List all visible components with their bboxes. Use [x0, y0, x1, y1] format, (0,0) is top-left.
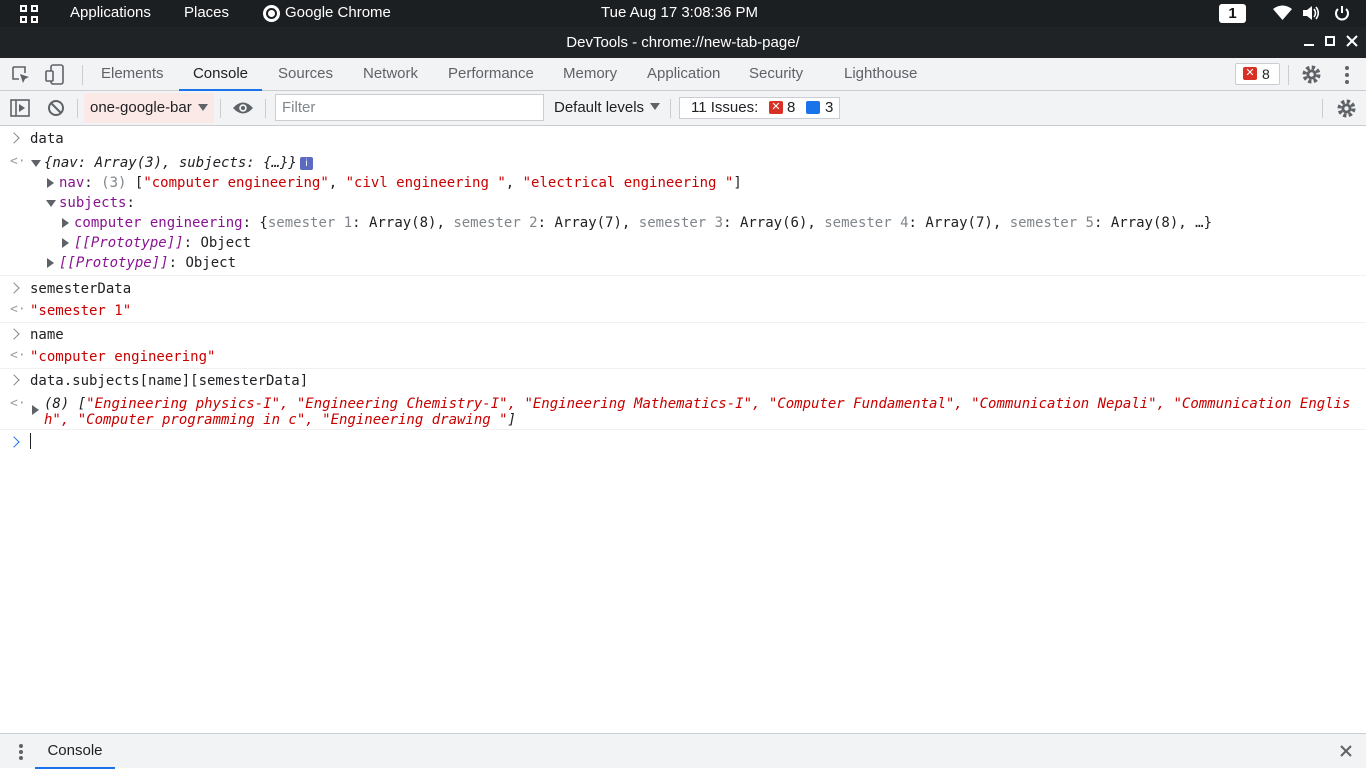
- show-sidebar-icon[interactable]: [10, 99, 30, 117]
- tab-sources[interactable]: Sources: [278, 58, 333, 91]
- applications-menu[interactable]: Applications: [70, 4, 151, 21]
- minimize-icon[interactable]: [1302, 34, 1316, 48]
- console-entry: data.subjects[name][semesterData] <· (8)…: [0, 369, 1366, 430]
- levels-label: Default levels: [554, 99, 645, 116]
- inspect-element-icon[interactable]: [11, 65, 31, 85]
- subjects-property[interactable]: subjects:: [59, 195, 135, 211]
- console-prompt-input[interactable]: [30, 433, 31, 449]
- expand-triangle-icon[interactable]: [62, 218, 69, 228]
- error-count: 8: [1262, 66, 1270, 82]
- collapse-triangle-icon[interactable]: [46, 200, 56, 207]
- log-levels-dropdown[interactable]: Default levels: [554, 99, 661, 116]
- prototype-property[interactable]: [[Prototype]]: Object: [74, 235, 251, 251]
- console-output[interactable]: data <· {nav: Array(3), subjects: {…}} i…: [0, 127, 1366, 733]
- tab-network[interactable]: Network: [363, 58, 418, 91]
- issues-button[interactable]: 11 Issues: ✕ 8 3: [679, 97, 840, 119]
- console-entry: name <· "computer engineering": [0, 323, 1366, 369]
- close-window-icon[interactable]: [1345, 34, 1359, 48]
- console-result[interactable]: "semester 1": [30, 303, 131, 319]
- filter-input[interactable]: [275, 94, 544, 121]
- console-result[interactable]: "computer engineering": [30, 349, 215, 365]
- power-icon[interactable]: [1334, 5, 1350, 22]
- input-prompt-icon: [8, 132, 20, 144]
- drawer-menu-icon[interactable]: [17, 743, 25, 761]
- console-input[interactable]: semesterData: [30, 281, 131, 297]
- toolbar-divider: [1322, 99, 1323, 118]
- more-options-icon[interactable]: [1343, 65, 1351, 85]
- settings-gear-icon[interactable]: [1301, 64, 1322, 85]
- console-settings-gear-icon[interactable]: [1336, 98, 1357, 119]
- computer-engineering-property[interactable]: computer engineering: {semester 1: Array…: [74, 215, 1212, 231]
- window-title: DevTools - chrome://new-tab-page/: [566, 34, 800, 51]
- system-top-bar: Applications Places Google Chrome Tue Au…: [0, 0, 1366, 27]
- chevron-down-icon: [650, 103, 661, 110]
- issues-error-count: 8: [787, 99, 796, 116]
- console-entry: data <· {nav: Array(3), subjects: {…}} i…: [0, 127, 1366, 276]
- input-prompt-icon: [8, 374, 20, 386]
- chevron-down-icon: [198, 104, 208, 111]
- console-entry: semesterData <· "semester 1": [0, 277, 1366, 323]
- info-icon[interactable]: i: [300, 157, 313, 170]
- array-result-line-2[interactable]: h", "Computer programming in c", "Engine…: [44, 412, 516, 428]
- collapse-triangle-icon[interactable]: [31, 160, 41, 167]
- error-count-badge[interactable]: ✕ 8: [1235, 63, 1280, 85]
- device-toolbar-icon[interactable]: [45, 64, 65, 86]
- nav-property[interactable]: nav: (3) ["computer engineering", "civl …: [59, 175, 742, 191]
- live-expression-eye-icon[interactable]: [232, 101, 254, 115]
- maximize-icon[interactable]: [1323, 34, 1337, 48]
- close-drawer-icon[interactable]: [1339, 744, 1353, 758]
- console-input[interactable]: data.subjects[name][semesterData]: [30, 373, 308, 389]
- javascript-context-select[interactable]: one-google-bar: [84, 93, 214, 123]
- toolbar-divider: [220, 99, 221, 118]
- result-arrow-icon: <·: [10, 348, 26, 363]
- toolbar-divider: [670, 99, 671, 118]
- console-toolbar: one-google-bar Default levels 11 Issues:…: [0, 91, 1366, 126]
- drawer-tab-console[interactable]: Console: [35, 734, 115, 769]
- clear-console-icon[interactable]: [47, 99, 65, 117]
- window-title-bar[interactable]: DevTools - chrome://new-tab-page/: [0, 27, 1366, 58]
- info-message-icon: [806, 101, 820, 114]
- object-preview[interactable]: {nav: Array(3), subjects: {…}}: [44, 155, 297, 171]
- places-menu[interactable]: Places: [184, 4, 229, 21]
- toolbar-divider: [1288, 65, 1289, 85]
- result-arrow-icon: <·: [10, 154, 26, 169]
- tab-lighthouse[interactable]: Lighthouse: [844, 58, 917, 91]
- tab-application[interactable]: Application: [647, 58, 720, 91]
- error-icon: ✕: [1243, 67, 1257, 80]
- workspace-indicator[interactable]: 1: [1219, 4, 1246, 23]
- wifi-icon[interactable]: [1273, 5, 1292, 21]
- context-value: one-google-bar: [90, 99, 192, 116]
- issues-label: 11 Issues:: [691, 99, 759, 116]
- devtools-main-toolbar: Elements Console Sources Network Perform…: [0, 58, 1366, 91]
- clock[interactable]: Tue Aug 17 3:08:36 PM: [601, 4, 758, 21]
- volume-icon[interactable]: [1302, 5, 1320, 21]
- active-prompt-icon: [8, 436, 20, 448]
- prototype-property[interactable]: [[Prototype]]: Object: [59, 255, 236, 271]
- tab-console[interactable]: Console: [179, 58, 262, 91]
- expand-triangle-icon[interactable]: [62, 238, 69, 248]
- input-prompt-icon: [8, 282, 20, 294]
- active-app-name[interactable]: Google Chrome: [285, 4, 391, 21]
- input-prompt-icon: [8, 328, 20, 340]
- toolbar-divider: [265, 99, 266, 118]
- tab-performance[interactable]: Performance: [448, 58, 534, 91]
- tab-security[interactable]: Security: [749, 58, 803, 91]
- array-result-line-1[interactable]: (8) ["Engineering physics-I", "Engineeri…: [44, 396, 1350, 412]
- chrome-icon: [263, 5, 280, 22]
- error-icon: ✕: [769, 101, 783, 114]
- tab-memory[interactable]: Memory: [563, 58, 617, 91]
- console-input[interactable]: data: [30, 131, 64, 147]
- tab-elements[interactable]: Elements: [101, 58, 164, 91]
- app-grid-icon[interactable]: [20, 5, 38, 23]
- result-arrow-icon: <·: [10, 302, 26, 317]
- result-arrow-icon: <·: [10, 396, 26, 411]
- toolbar-divider: [82, 65, 83, 85]
- expand-triangle-icon[interactable]: [47, 178, 54, 188]
- toolbar-divider: [77, 99, 78, 118]
- expand-triangle-icon[interactable]: [47, 258, 54, 268]
- devtools-drawer: Console: [0, 733, 1366, 769]
- issues-info-count: 3: [825, 99, 834, 116]
- expand-triangle-icon[interactable]: [32, 405, 39, 415]
- console-input[interactable]: name: [30, 327, 64, 343]
